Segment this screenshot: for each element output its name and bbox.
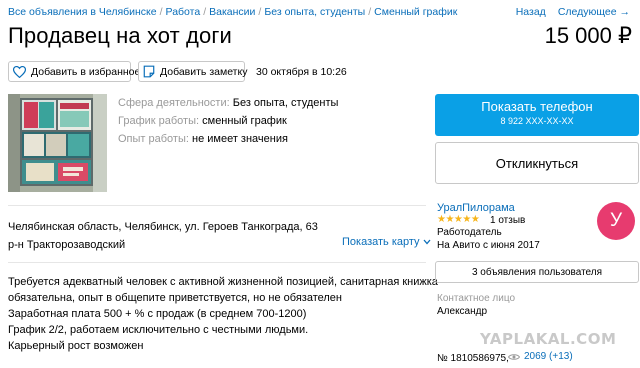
contact-name: Александр [437,306,488,317]
param-key: Опыт работы: [118,133,189,145]
param-row: Опыт работы: не имеет значения [118,130,338,148]
reviews-link[interactable]: 1 отзыв [490,215,525,226]
show-map-label: Показать карту [342,236,420,248]
listing-photo[interactable] [8,94,107,192]
add-note-label: Добавить заметку [160,65,248,78]
show-phone-button[interactable]: Показать телефон 8 922 XXX-XX-XX [435,94,639,136]
breadcrumb-item[interactable]: Без опыта, студенты [264,6,365,18]
show-phone-label: Показать телефон [481,99,593,114]
watermark: YAPLAKAL.COM [480,330,617,348]
address: Челябинская область, Челябинск, ул. Геро… [8,218,318,254]
breadcrumb-item[interactable]: Вакансии [209,6,255,18]
listing-navigation: Назад Следующее → [516,6,630,18]
contact-label: Контактное лицо [437,293,516,304]
add-note-button[interactable]: Добавить заметку [138,61,248,82]
show-map-link[interactable]: Показать карту [342,236,431,248]
divider [8,205,426,206]
address-line: Челябинская область, Челябинск, ул. Геро… [8,221,318,233]
seller-role: Работодатель [437,227,502,238]
eye-icon [508,353,520,361]
rating-stars-icon: ★★★★★ [437,214,480,225]
breadcrumb-separator: / [258,6,262,18]
description-line: Карьерный рост возможен [8,340,144,352]
chevron-down-icon [423,236,431,248]
seller-since: На Авито с июня 2017 [437,240,540,251]
note-icon [143,65,155,79]
breadcrumb-separator: / [203,6,207,18]
page-title: Продавец на хот доги [8,23,232,48]
views-counter[interactable]: 2069 (+13) [508,351,573,362]
breadcrumb: Все объявления в Челябинске / Работа / Вакан… [8,6,457,18]
breadcrumb-item[interactable]: Работа [166,6,201,18]
breadcrumb-item[interactable]: Все объявления в Челябинске [8,6,157,18]
user-ads-button[interactable]: 3 объявления пользователя [435,261,639,283]
ad-number: № 1810586975, [437,353,509,364]
add-to-favorites-button[interactable]: Добавить в избранное [8,61,140,82]
avatar[interactable]: У [597,202,635,240]
next-link[interactable]: Следующее → [558,6,630,18]
param-key: График работы: [118,115,200,127]
param-value: сменный график [202,115,287,127]
district: р-н Тракторозаводский [8,239,126,251]
breadcrumb-separator: / [159,6,163,18]
breadcrumb-item[interactable]: Сменный график [374,6,457,18]
back-link[interactable]: Назад [516,6,546,18]
reply-button[interactable]: Откликнуться [435,142,639,184]
param-key: Сфера деятельности: [118,97,230,109]
description-line: Заработная плата 500 + % с продаж (в сре… [8,308,307,320]
param-value: не имеет значения [192,133,288,145]
heart-icon [13,65,26,79]
views-count: 2069 (+13) [524,351,573,362]
param-row: График работы: сменный график [118,112,338,130]
price: 15 000 ₽ [544,23,632,48]
description-line: График 2/2, работаем исключительно с чес… [8,324,309,336]
publish-date: 30 октября в 10:26 [256,66,347,78]
breadcrumb-separator: / [368,6,372,18]
param-row: Сфера деятельности: Без опыта, студенты [118,94,338,112]
param-value: Без опыта, студенты [232,97,339,109]
description: Требуется адекватный человек с активной … [8,274,438,354]
divider [8,262,426,263]
phone-masked: 8 922 XXX-XX-XX [500,116,574,126]
listing-params: Сфера деятельности: Без опыта, студенты … [118,94,338,148]
description-line: Требуется адекватный человек с активной … [8,276,438,288]
description-line: обязательна, опыт в общепите приветствуе… [8,292,342,304]
seller-name-link[interactable]: УралПилорама [437,202,515,214]
add-to-favorites-label: Добавить в избранное [31,65,141,78]
